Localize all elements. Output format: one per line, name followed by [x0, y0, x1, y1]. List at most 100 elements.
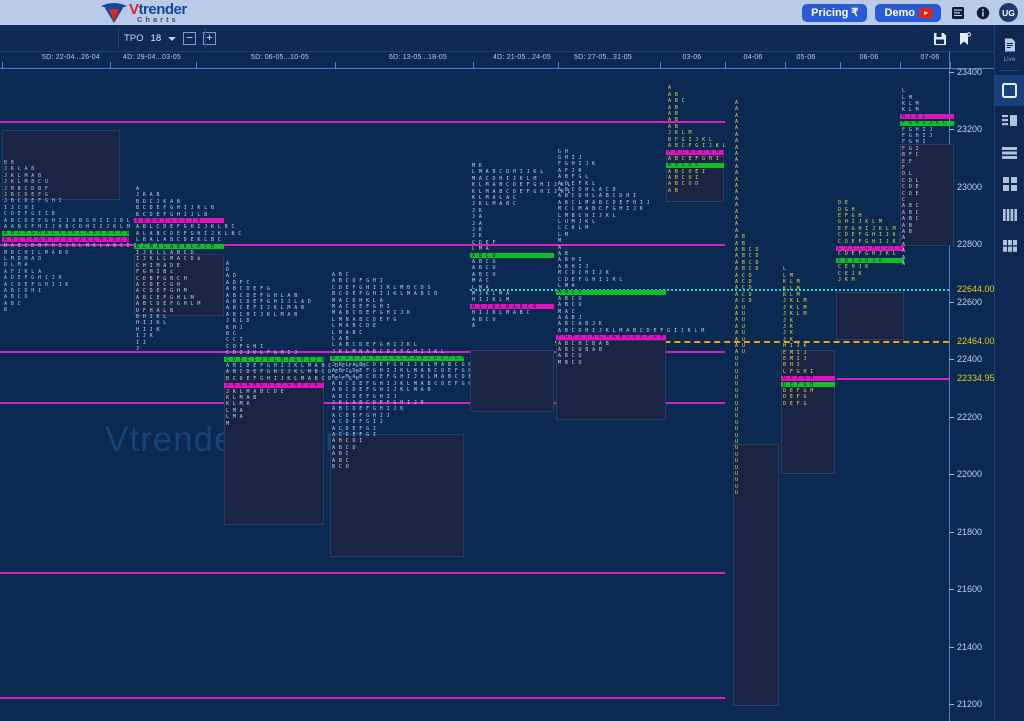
- x-axis-label: 5D: 22-04...26-04: [42, 54, 100, 61]
- tpo-letter-row: U: [735, 374, 739, 381]
- tpo-letter-row: B C D E F G H I J K L M A B C D: [332, 291, 438, 298]
- sidebar-divider: [998, 70, 1021, 71]
- tpo-letter-row: A B: [735, 240, 746, 247]
- tpo-letter-row: L: [783, 266, 787, 273]
- tpo-letter-row: J B C D E F G: [4, 192, 49, 199]
- tpo-letter-row: A U: [735, 349, 746, 356]
- y-axis-label: 23400: [957, 67, 983, 77]
- x-axis-tick: [2, 62, 3, 69]
- tpo-letter-row: A B C: [902, 209, 920, 216]
- price-marker-label[interactable]: 22334.95: [957, 373, 994, 383]
- sidebar-live-label: Live: [1003, 56, 1016, 63]
- tpo-letter-row: C D E F G H I J K L: [558, 276, 623, 283]
- tpo-letter-row: C D E F G H I J K L M: [838, 232, 910, 239]
- tpo-letter-row: C E J K: [838, 270, 862, 277]
- price-marker-label[interactable]: 22464.00: [957, 336, 994, 346]
- tpo-letter-row: C H I M A D E: [136, 262, 181, 269]
- tpo-letter-row: A B C: [668, 98, 686, 105]
- x-axis: 5D: 22-04...26-04 4D: 29-04...03-05 5D: 06…: [0, 52, 994, 69]
- tpo-letter-row: M C D C H I J K: [558, 270, 610, 277]
- tpo-letter-row: F G I: [902, 145, 920, 152]
- tpo-letter-row: B C D E F G H I J K L M A B C D E F G H …: [332, 355, 472, 362]
- tpo-value[interactable]: 18: [151, 33, 162, 44]
- tpo-letter-row: D L M A: [4, 262, 28, 269]
- sidebar-item-grid-layout[interactable]: [995, 230, 1024, 261]
- tpo-letter-row: D L: [902, 171, 913, 178]
- tpo-letter-row: A: [735, 131, 739, 138]
- tpo-letter-row: J: [136, 345, 140, 352]
- vtrender-logo[interactable]: Vtrender Charts: [100, 0, 187, 25]
- tpo-letter-row: A: [735, 195, 739, 202]
- tpo-letter-row: A B C D H I J K L M A B C D E F G I J K …: [558, 327, 705, 334]
- tpo-letter-row: A B C D E: [668, 162, 699, 169]
- sidebar-item-columns-layout[interactable]: [995, 199, 1024, 230]
- tpo-letter-row: B H I K L: [136, 313, 167, 320]
- tpo-letter-row: A B: [668, 91, 679, 98]
- toolbar-right-actions: [932, 25, 972, 52]
- chevron-down-icon[interactable]: [168, 36, 177, 41]
- tpo-letter-row: A B C: [332, 272, 350, 279]
- tpo-letter-row: B H I: [783, 362, 801, 369]
- y-axis-tick: [949, 129, 954, 131]
- tpo-letter-row: U E F G H: [783, 375, 814, 382]
- bookmark-add-icon[interactable]: [957, 31, 972, 46]
- toolbar-divider-right: [205, 28, 206, 49]
- tpo-letter-row: L: [902, 88, 906, 95]
- x-axis-tick: [473, 62, 474, 69]
- tpo-letter-row: A C D E F G H I J K: [4, 281, 69, 288]
- tpo-letter-row: A B C D E F G H I J K: [332, 406, 404, 413]
- tpo-letter-row: U: [735, 451, 739, 458]
- tpo-letter-row: A: [735, 112, 739, 119]
- zoom-out-button[interactable]: −: [183, 32, 197, 45]
- y-axis-label: 22400: [957, 354, 983, 365]
- info-icon[interactable]: [974, 4, 991, 21]
- tpo-letter-row: A B C D H L A C D: [558, 186, 616, 193]
- tpo-letter-row: A B C U: [472, 252, 496, 259]
- tpo-letter-row: U: [735, 458, 739, 465]
- pricing-label: Pricing ₹: [811, 7, 859, 19]
- tpo-letter-row: A B C D E F G H I J A B G H I I J B L D: [4, 217, 137, 224]
- tpo-letter-row: A: [735, 202, 739, 209]
- tpo-letter-row: A B C: [902, 203, 920, 210]
- tpo-letter-row: D E F G: [783, 394, 807, 401]
- list-icon[interactable]: [949, 4, 966, 21]
- tpo-letter-row: M A C D H K L A: [332, 297, 384, 304]
- tpo-letter-row: L M: [783, 272, 794, 279]
- tpo-letter-row: C D L: [902, 177, 920, 184]
- y-axis-label: 21600: [957, 584, 983, 595]
- floppy-save-icon[interactable]: [932, 31, 947, 46]
- sidebar-item-split-layout[interactable]: [995, 106, 1024, 137]
- y-axis-tick: [949, 359, 954, 361]
- tpo-letter-row: L M A B C D E: [332, 323, 377, 330]
- tpo-letter-row: A A N C F H I J K B C D H I I J K L M: [4, 224, 131, 231]
- y-axis-label: 22000: [957, 469, 983, 480]
- tpo-letter-row: A: [735, 176, 739, 183]
- tpo-letter-row: A C D: [735, 291, 753, 298]
- tpo-letter-row: J K L A B: [4, 166, 35, 173]
- tpo-letter-row: A B C A B J K: [558, 321, 603, 328]
- tpo-letter-row: A B C D E F G H I J K: [668, 149, 740, 156]
- tpo-letter-row: J A: [472, 214, 483, 221]
- tpo-letter-row: A C D E C G H: [136, 281, 181, 288]
- demo-button[interactable]: Demo: [875, 3, 941, 22]
- x-axis-label: 5D: 27-05...31-05: [574, 54, 632, 61]
- tpo-chart-canvas[interactable]: 5D: 22-04...26-04 4D: 29-04...03-05 5D: 06…: [0, 52, 994, 721]
- x-axis-tick: [335, 62, 336, 69]
- tpo-letter-row: I J C H I: [4, 204, 35, 211]
- sidebar-item-single-pane-layout[interactable]: [994, 75, 1024, 106]
- x-axis-tick: [900, 62, 901, 69]
- tpo-letter-row: J K A B: [136, 192, 160, 199]
- tpo-letter-row: K L M: [783, 279, 801, 286]
- avatar[interactable]: UG: [999, 3, 1018, 22]
- sidebar-item-quad-layout[interactable]: [995, 168, 1024, 199]
- price-marker-label[interactable]: 22644.00: [957, 284, 994, 294]
- tpo-letter-row: A U: [735, 323, 746, 330]
- pricing-button[interactable]: Pricing ₹: [802, 3, 868, 22]
- x-axis-label: 03-06: [682, 54, 702, 61]
- tpo-letter-row: D: [226, 267, 230, 273]
- sidebar-item-rows-layout[interactable]: [995, 137, 1024, 168]
- tpo-letter-row: C C I: [226, 337, 244, 344]
- tpo-letter-row: J K: [472, 207, 483, 214]
- tpo-letter-row: U: [735, 406, 739, 413]
- tpo-letter-row: A D E F K L: [558, 180, 596, 187]
